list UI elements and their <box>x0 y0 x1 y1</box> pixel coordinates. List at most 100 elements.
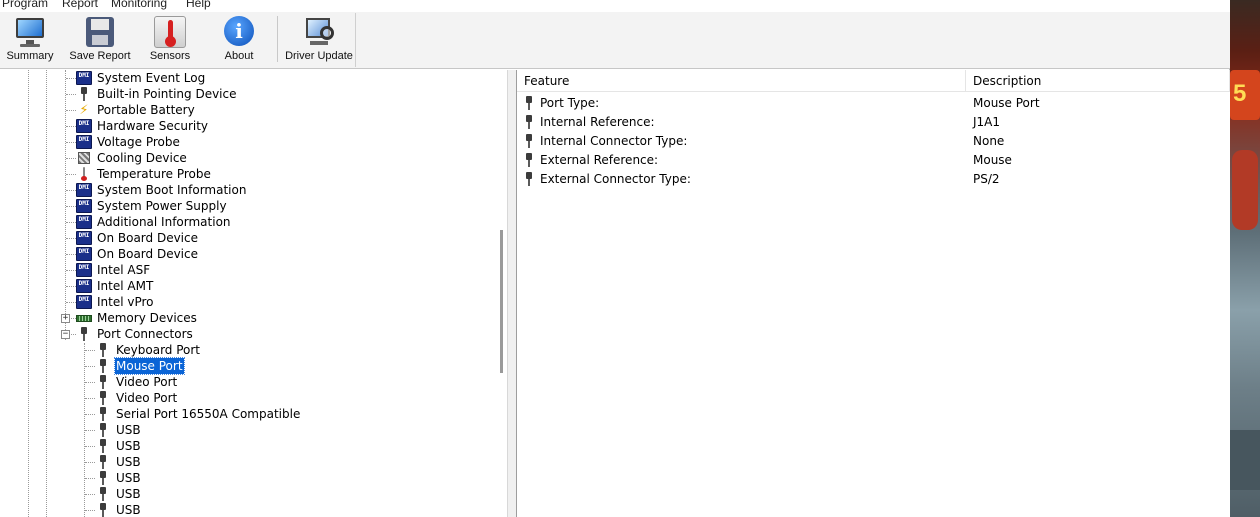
tree-connector <box>66 174 76 175</box>
save-report-button[interactable]: Save Report <box>68 14 132 66</box>
tree-connector <box>66 190 76 191</box>
detail-row[interactable]: Internal Connector Type: None <box>517 132 1230 151</box>
dmi-chip-icon: DMI <box>76 183 92 197</box>
scrollbar-thumb[interactable] <box>500 230 503 373</box>
driver-update-icon <box>302 16 336 48</box>
menu-help[interactable]: Help <box>186 0 211 10</box>
tree-connector <box>85 414 95 415</box>
dmi-chip-icon: DMI <box>76 295 92 309</box>
tree-item-label: Intel AMT <box>97 279 154 293</box>
port-connector-icon <box>95 471 111 485</box>
tree-connector <box>85 366 95 367</box>
dmi-chip-icon: DMI <box>76 263 92 277</box>
detail-feature: External Connector Type: <box>540 172 691 186</box>
memory-module-icon <box>76 315 92 322</box>
column-header-description[interactable]: Description <box>966 70 1230 92</box>
menu-report[interactable]: Report <box>62 0 98 10</box>
port-connector-icon <box>76 327 92 341</box>
tree-connector <box>66 110 76 111</box>
port-connector-icon <box>95 375 111 389</box>
detail-value: Mouse <box>973 153 1012 167</box>
detail-feature: Internal Reference: <box>540 115 655 129</box>
menu-bar: Program Report Monitoring Help <box>0 0 1230 12</box>
port-connector-icon <box>524 153 534 168</box>
device-tree[interactable]: DMI System Event Log Built-in Pointing Dev… <box>0 70 507 517</box>
tree-connector <box>66 158 76 159</box>
tree-item-label: On Board Device <box>97 247 198 261</box>
tree-connector <box>66 206 76 207</box>
toolbar-separator <box>277 16 278 62</box>
sensors-label: Sensors <box>149 50 191 62</box>
tree-item-label: Additional Information <box>97 215 231 229</box>
collapse-icon[interactable]: − <box>61 330 70 339</box>
port-connector-icon <box>95 455 111 469</box>
port-connector-icon <box>95 439 111 453</box>
tree-item-label: Memory Devices <box>97 311 197 325</box>
background-decor-glyph: 5 <box>1233 80 1247 107</box>
tree-item-label: Intel vPro <box>97 295 154 309</box>
floppy-disk-icon <box>83 16 117 48</box>
tree-connector <box>85 462 95 463</box>
port-connector-icon <box>95 503 111 517</box>
tree-item-label: System Power Supply <box>97 199 227 213</box>
tree-item-label: Port Connectors <box>97 327 193 341</box>
tree-item-label: System Event Log <box>97 71 206 85</box>
menu-monitoring[interactable]: Monitoring <box>111 0 167 10</box>
dmi-chip-icon: DMI <box>76 71 92 85</box>
tree-item-label: Hardware Security <box>97 119 209 133</box>
tree-child-label: USB <box>116 439 141 453</box>
about-button[interactable]: i About <box>212 14 266 66</box>
app-window: Program Report Monitoring Help Summary S… <box>0 0 1230 517</box>
detail-value: None <box>973 134 1005 148</box>
detail-feature: Internal Connector Type: <box>540 134 688 148</box>
sensors-button[interactable]: Sensors <box>142 14 198 66</box>
driver-update-button[interactable]: Driver Update <box>284 14 354 66</box>
tree-connector <box>85 382 95 383</box>
tree-connector <box>85 494 95 495</box>
tree-connector <box>85 446 95 447</box>
detail-row[interactable]: External Connector Type: PS/2 <box>517 170 1230 189</box>
tree-child-label: USB <box>116 423 141 437</box>
detail-feature: External Reference: <box>540 153 659 167</box>
tree-item-label: Voltage Probe <box>97 135 180 149</box>
detail-row[interactable]: Port Type: Mouse Port <box>517 94 1230 113</box>
tree-connector <box>85 478 95 479</box>
tree-guide-line <box>46 70 47 517</box>
tree-item-label: Built-in Pointing Device <box>97 87 237 101</box>
tree-connector <box>66 254 76 255</box>
tree-connector <box>66 302 76 303</box>
dmi-chip-icon: DMI <box>76 247 92 261</box>
fan-icon <box>78 152 90 164</box>
detail-row[interactable]: Internal Reference: J1A1 <box>517 113 1230 132</box>
column-header-feature[interactable]: Feature <box>517 70 966 92</box>
tree-child-label: Video Port <box>116 391 178 405</box>
tree-item-label: System Boot Information <box>97 183 247 197</box>
thermometer-icon <box>153 16 187 48</box>
tree-scrollbar[interactable] <box>497 70 507 517</box>
detail-feature: Port Type: <box>540 96 600 110</box>
tree-item-label: Temperature Probe <box>97 167 211 181</box>
summary-button[interactable]: Summary <box>3 14 57 66</box>
background-decor <box>1232 150 1258 230</box>
port-connector-icon <box>95 343 111 357</box>
port-connector-icon <box>524 134 534 149</box>
tree-connector <box>85 510 95 511</box>
port-connector-icon <box>76 87 92 101</box>
menu-program[interactable]: Program <box>2 0 48 10</box>
pane-splitter[interactable] <box>507 70 517 517</box>
tree-child-label: Keyboard Port <box>116 343 201 357</box>
tree-connector <box>66 78 76 79</box>
tree-connector <box>66 286 76 287</box>
expand-icon[interactable]: + <box>61 314 70 323</box>
driver-update-label: Driver Update <box>285 50 353 62</box>
tree-child-label: Serial Port 16550A Compatible <box>116 407 301 421</box>
about-label: About <box>224 50 254 62</box>
tree-connector <box>66 222 76 223</box>
tree-connector <box>66 142 76 143</box>
port-connector-icon <box>95 359 111 373</box>
port-connector-icon <box>524 115 534 130</box>
detail-row[interactable]: External Reference: Mouse <box>517 151 1230 170</box>
dmi-chip-icon: DMI <box>76 135 92 149</box>
detail-value: J1A1 <box>973 115 1001 129</box>
background-decor <box>1230 430 1260 490</box>
